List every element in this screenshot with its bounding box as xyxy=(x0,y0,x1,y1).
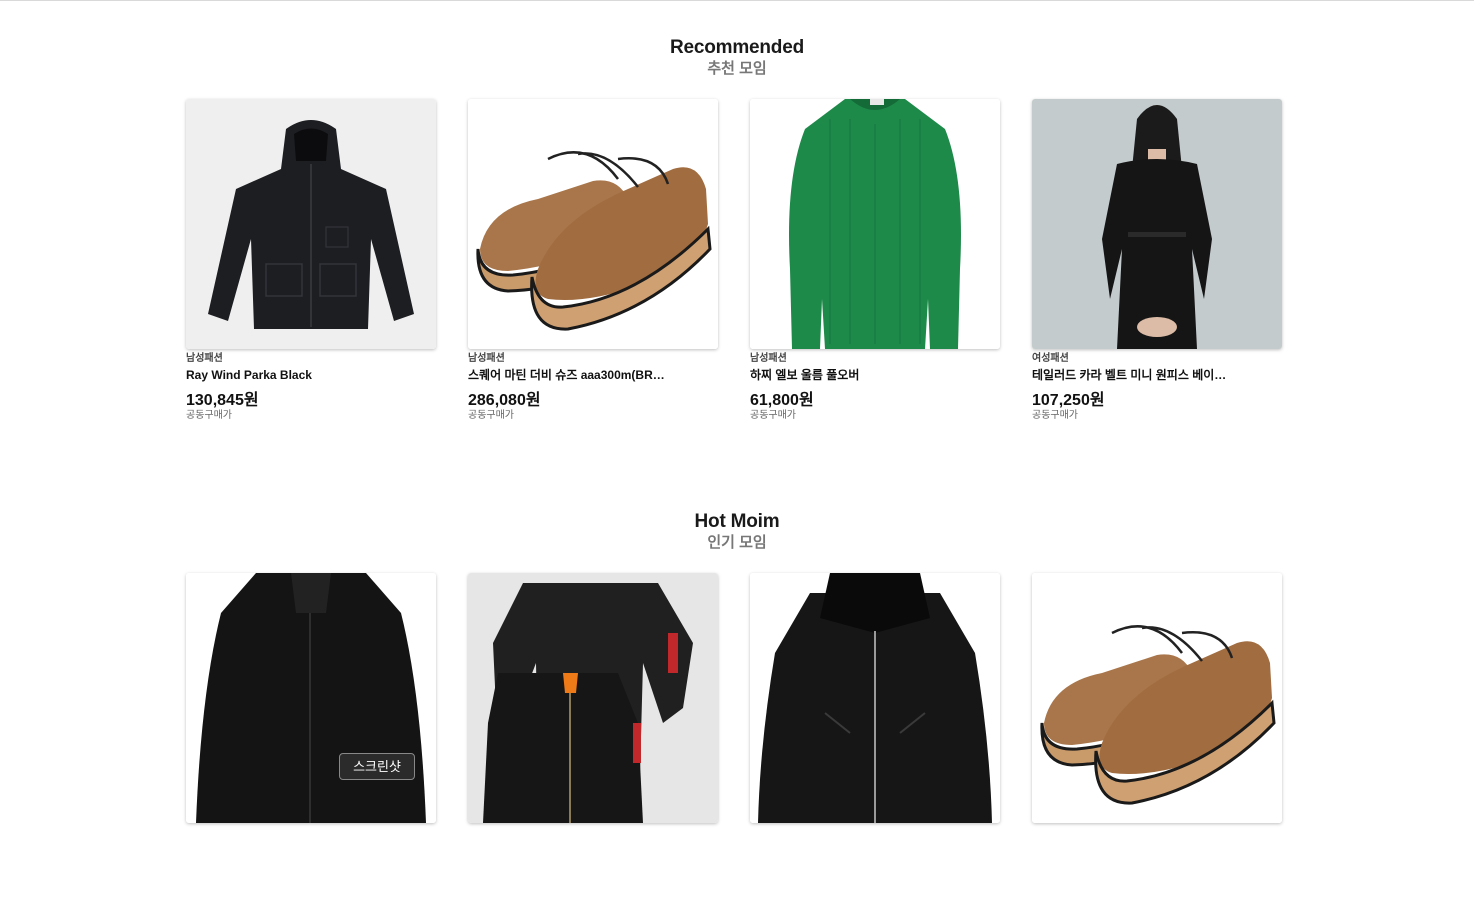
section-subtitle: 인기 모임 xyxy=(707,534,767,551)
product-category: 남성패션 xyxy=(750,353,787,364)
product-image-sweater[interactable] xyxy=(750,99,1000,349)
hot-moim-section: Hot Moim 인기 모임 xyxy=(0,510,1474,823)
product-card[interactable] xyxy=(186,573,436,823)
product-category: 남성패션 xyxy=(186,353,223,364)
product-price: 130,845원 xyxy=(186,392,259,409)
product-category: 남성패션 xyxy=(468,353,505,364)
price-label: 공동구매가 xyxy=(468,410,514,421)
screenshot-tooltip: 스크린샷 xyxy=(339,753,415,780)
product-card[interactable] xyxy=(1032,573,1282,823)
product-card[interactable]: 여성패션 테일러드 카라 벨트 미니 원피스 베이직 블랙 107,250원 공… xyxy=(1032,99,1282,422)
product-name[interactable]: Ray Wind Parka Black xyxy=(186,368,386,383)
product-name[interactable]: 하찌 엘보 울름 풀오버 xyxy=(750,368,950,383)
section-subtitle: 추천 모임 xyxy=(707,60,767,77)
product-price: 286,080원 xyxy=(468,392,541,409)
product-name[interactable]: 테일러드 카라 벨트 미니 원피스 베이직 블랙 xyxy=(1032,368,1232,383)
top-divider xyxy=(0,0,1474,1)
product-price: 61,800원 xyxy=(750,392,814,409)
product-price: 107,250원 xyxy=(1032,392,1105,409)
product-name[interactable]: 스퀘어 마틴 더비 슈즈 aaa300m(BROWN) xyxy=(468,368,668,383)
price-label: 공동구매가 xyxy=(750,410,796,421)
product-card[interactable]: 남성패션 스퀘어 마틴 더비 슈즈 aaa300m(BROWN) 286,080… xyxy=(468,99,718,422)
product-image-shoes[interactable] xyxy=(468,99,718,349)
product-image-dress[interactable] xyxy=(1032,99,1282,349)
product-grid: 남성패션 Ray Wind Parka Black 130,845원 공동구매가… xyxy=(186,99,1282,439)
product-grid xyxy=(186,573,1282,913)
price-label: 공동구매가 xyxy=(1032,410,1078,421)
section-title: Hot Moim xyxy=(694,511,780,532)
section-title: Recommended xyxy=(669,37,804,58)
product-image-parka[interactable] xyxy=(186,99,436,349)
product-card[interactable] xyxy=(468,573,718,823)
product-card[interactable] xyxy=(750,573,1000,823)
recommended-section: Recommended 추천 모임 남성패션 Ray Wind Parka Bl… xyxy=(0,36,1474,421)
product-card[interactable]: 남성패션 하찌 엘보 울름 풀오버 61,800원 공동구매가 xyxy=(750,99,1000,422)
product-image-jacket[interactable] xyxy=(186,573,436,823)
product-category: 여성패션 xyxy=(1032,353,1069,364)
price-label: 공동구매가 xyxy=(186,410,232,421)
product-card[interactable]: 남성패션 Ray Wind Parka Black 130,845원 공동구매가 xyxy=(186,99,436,422)
product-image-leather-jacket[interactable] xyxy=(750,573,1000,823)
product-image-bomber[interactable] xyxy=(468,573,718,823)
product-image-shoes[interactable] xyxy=(1032,573,1282,823)
